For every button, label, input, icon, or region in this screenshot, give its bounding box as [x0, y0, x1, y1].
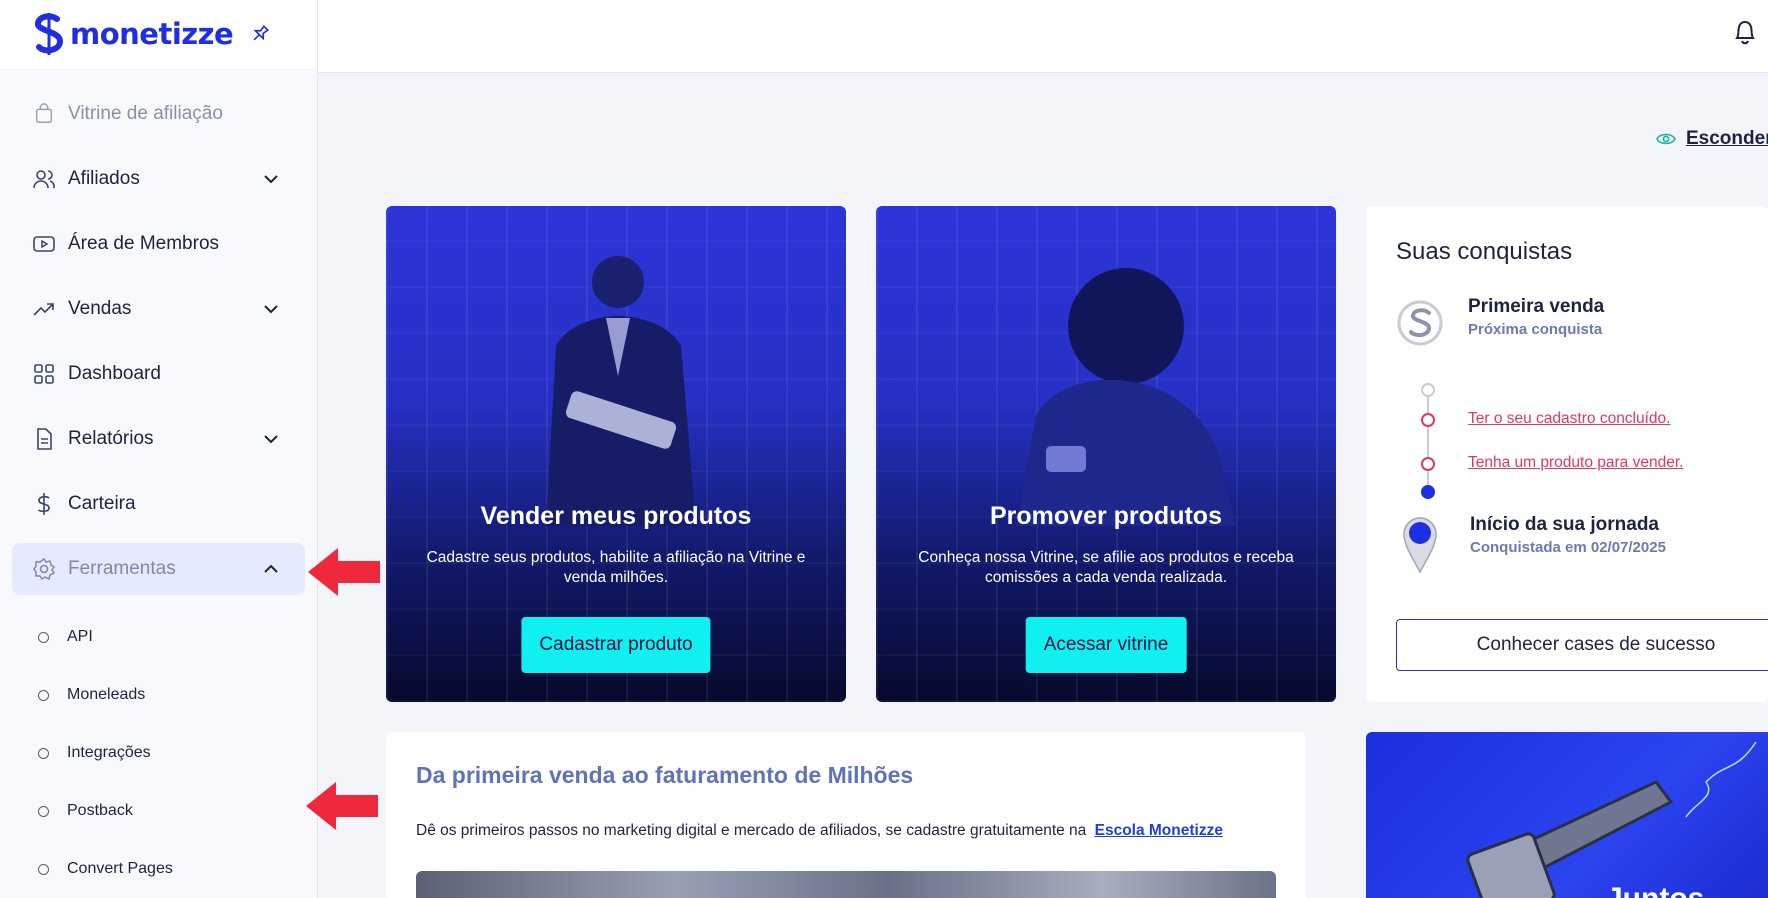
- ferramentas-submenu: API Moneleads Integrações Postback Conve…: [0, 608, 317, 898]
- register-product-button[interactable]: Cadastrar produto: [521, 617, 711, 673]
- sidebar-item-dashboard[interactable]: Dashboard: [12, 348, 305, 400]
- users-icon: [32, 167, 56, 191]
- submenu-item-integracoes[interactable]: Integrações: [0, 724, 317, 782]
- annotation-arrow-icon: [306, 782, 378, 830]
- sidebar-item-label: Vitrine de afiliação: [68, 103, 223, 124]
- achievement-name: Início da sua jornada: [1470, 514, 1659, 535]
- submenu-item-moneleads[interactable]: Moneleads: [0, 666, 317, 724]
- play-icon: [32, 232, 56, 256]
- escola-monetizze-link[interactable]: Escola Monetizze: [1095, 822, 1223, 839]
- chevron-down-icon[interactable]: [261, 299, 281, 319]
- document-icon: [32, 427, 56, 451]
- sidebar-item-label: Vendas: [68, 298, 132, 319]
- access-showcase-button[interactable]: Acessar vitrine: [1025, 617, 1187, 673]
- promo-banner[interactable]: Juntos: [1366, 732, 1768, 898]
- sidebar-nav: Vitrine de afiliação Afiliados Área de M…: [0, 68, 317, 898]
- submenu-label: Convert Pages: [67, 860, 173, 877]
- progress-timeline: [1421, 383, 1435, 499]
- circle-icon: [38, 863, 49, 875]
- monetizze-logo-icon[interactable]: [32, 13, 66, 55]
- grid-icon: [32, 362, 56, 386]
- circle-icon: [38, 805, 49, 817]
- circle-icon: [38, 689, 49, 701]
- submenu-label: Postback: [67, 802, 133, 819]
- top-bar: [318, 0, 1768, 73]
- sidebar-item-label: Carteira: [68, 493, 136, 514]
- sidebar-item-vendas[interactable]: Vendas: [12, 283, 305, 335]
- sidebar-item-afiliados[interactable]: Afiliados: [12, 153, 305, 205]
- dollar-icon: [32, 492, 56, 516]
- info-card: Da primeira venda ao faturamento de Milh…: [386, 732, 1306, 898]
- card-description: Conheça nossa Vitrine, se afilie aos pro…: [918, 549, 1294, 586]
- chevron-down-icon[interactable]: [261, 429, 281, 449]
- sidebar-item-label: Área de Membros: [68, 233, 220, 254]
- submenu-label: Integrações: [67, 744, 151, 761]
- sidebar-item-relatorios[interactable]: Relatórios: [12, 413, 305, 465]
- submenu-item-convert-pages[interactable]: Convert Pages: [0, 840, 317, 898]
- sidebar-item-label: Dashboard: [68, 363, 161, 384]
- pin-icon[interactable]: [249, 23, 271, 45]
- sidebar-item-ferramentas[interactable]: Ferramentas: [12, 543, 305, 595]
- sidebar-item-carteira[interactable]: Carteira: [12, 478, 305, 530]
- info-text-body: Dê os primeiros passos no marketing digi…: [416, 822, 1087, 839]
- sidebar-item-label: Relatórios: [68, 428, 154, 449]
- gear-icon: [32, 557, 56, 581]
- chevron-up-icon[interactable]: [261, 559, 281, 579]
- submenu-item-api[interactable]: API: [0, 608, 317, 666]
- submenu-item-postback[interactable]: Postback: [0, 782, 317, 840]
- bell-icon[interactable]: [1732, 18, 1758, 46]
- promote-products-card: Promover produtos Conheça nossa Vitrine,…: [876, 206, 1336, 702]
- sidebar-item-label: Ferramentas: [68, 558, 176, 579]
- submenu-label: Moneleads: [67, 686, 146, 703]
- completed-achievement: Início da sua jornada Conquistada em 02/…: [1396, 514, 1666, 574]
- promo-text: Juntos: [1606, 882, 1704, 898]
- sidebar-item-area-membros[interactable]: Área de Membros: [12, 218, 305, 270]
- card-description: Cadastre seus produtos, habilite a afili…: [426, 549, 806, 586]
- map-pin-icon: [1403, 517, 1437, 574]
- achievement-status: Próxima conquista: [1468, 321, 1603, 338]
- card-title: Promover produtos: [990, 502, 1222, 530]
- info-text: Dê os primeiros passos no marketing digi…: [416, 822, 1223, 840]
- businessman-image: [546, 256, 696, 526]
- achievement-name: Primeira venda: [1468, 296, 1605, 317]
- circle-icon: [38, 747, 49, 759]
- sell-products-card: Vender meus produtos Cadastre seus produ…: [386, 206, 846, 702]
- annotation-arrow-icon: [308, 548, 380, 596]
- hammer-image: [1466, 742, 1757, 898]
- brand-name[interactable]: monetizze: [70, 17, 234, 51]
- trending-up-icon: [32, 297, 56, 321]
- hide-values-link[interactable]: Esconder v: [1656, 128, 1768, 150]
- logo-bar: monetizze: [0, 0, 317, 68]
- eye-icon: [1656, 133, 1676, 145]
- circle-icon: [38, 631, 49, 643]
- task-link[interactable]: Tenha um produto para vender.: [1468, 454, 1683, 472]
- card-title: Vender meus produtos: [480, 502, 752, 530]
- shopping-bag-icon: [32, 102, 56, 126]
- achievements-title: Suas conquistas: [1396, 238, 1573, 265]
- success-cases-button[interactable]: Conhecer cases de sucesso: [1396, 619, 1768, 671]
- submenu-label: API: [67, 628, 93, 645]
- chevron-down-icon[interactable]: [261, 169, 281, 189]
- info-title: Da primeira venda ao faturamento de Milh…: [416, 762, 914, 788]
- achievement-status: Conquistada em 02/07/2025: [1470, 539, 1666, 556]
- sidebar: monetizze Vitrine de afiliação Afiliados…: [0, 0, 318, 898]
- achievements-card: Suas conquistas Primeira venda Próxima c…: [1366, 206, 1768, 702]
- sidebar-item-vitrine[interactable]: Vitrine de afiliação: [12, 88, 305, 140]
- woman-with-phone-image: [1016, 268, 1236, 526]
- next-achievement: Primeira venda Próxima conquista: [1396, 296, 1604, 350]
- hide-link-label: Esconder v: [1686, 128, 1768, 149]
- monetizze-badge-icon: [1397, 300, 1443, 346]
- video-thumbnail[interactable]: [416, 871, 1276, 898]
- sidebar-item-label: Afiliados: [68, 168, 140, 189]
- task-link[interactable]: Ter o seu cadastro concluído.: [1468, 410, 1670, 428]
